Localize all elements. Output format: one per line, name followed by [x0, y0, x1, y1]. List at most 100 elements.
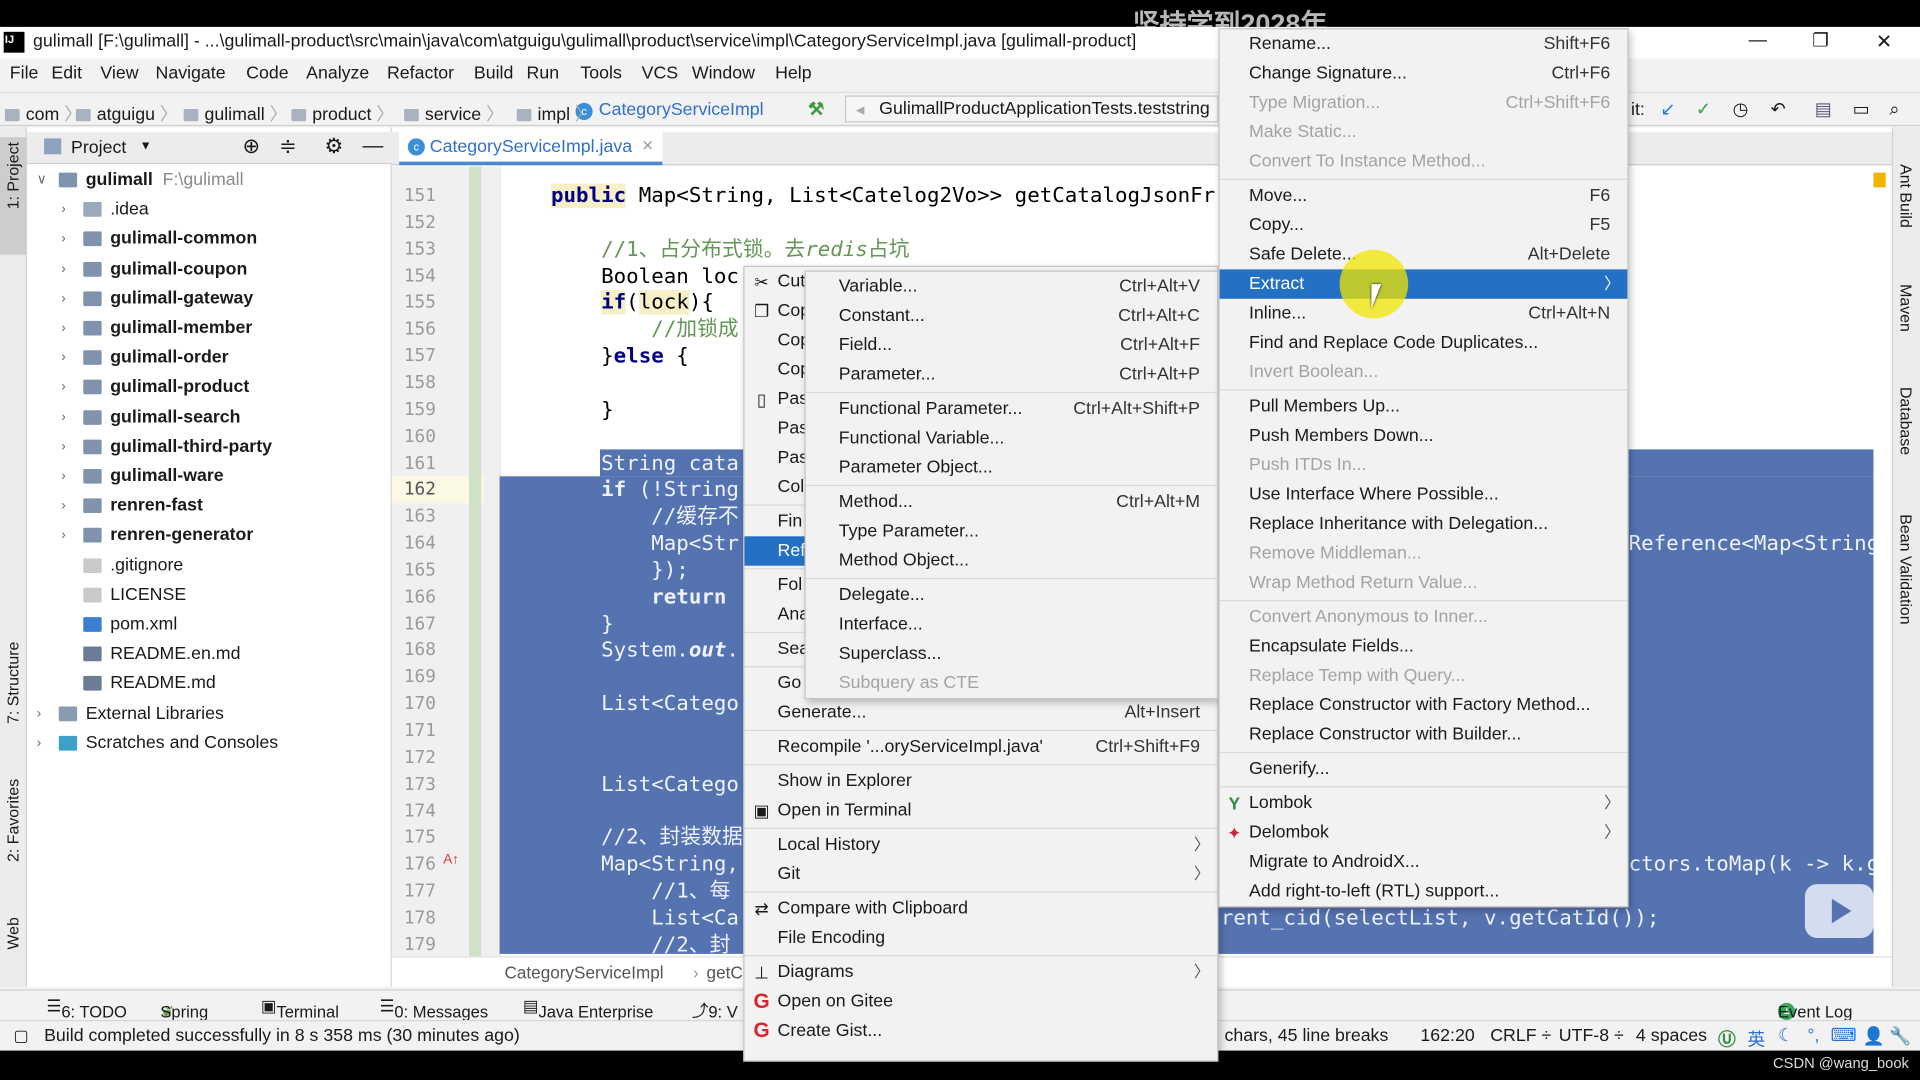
project-structure-icon[interactable]: ▤ [1815, 100, 1832, 120]
vcs-tool-tab[interactable]: ⤴ 9: V [692, 997, 738, 1022]
todo-tool-tab[interactable]: ☰ 6: TODO [47, 997, 127, 1021]
collapse-all-icon[interactable]: ≑ [279, 135, 296, 159]
terminal-tool-tab[interactable]: ▣ Terminal [261, 997, 339, 1021]
error-stripe-marker[interactable] [1873, 172, 1886, 188]
menu-item-variable[interactable]: Variable... Ctrl+Alt+V [806, 272, 1217, 301]
menu-item-superclass[interactable]: Superclass... [806, 639, 1217, 668]
minimize-button[interactable]: — [1749, 29, 1767, 50]
project-view-selector[interactable]: Project [71, 138, 126, 158]
menu-view[interactable]: View [100, 64, 138, 84]
code-line[interactable]: List<Catego [501, 691, 739, 718]
menu-item-rename[interactable]: Rename... Shift+F6 [1220, 29, 1628, 58]
presentation-icon[interactable]: ▭ [1853, 100, 1870, 120]
database-tool-tab[interactable]: Database [1897, 387, 1915, 455]
code-line[interactable]: String cata [501, 450, 739, 477]
menu-item-encapsulate-fields[interactable]: Encapsulate Fields... [1220, 632, 1628, 661]
breadcrumb-current-class[interactable]: c CategoryServiceImpl [575, 100, 764, 121]
menu-item-add-right-to-left-rtl-support[interactable]: Add right-to-left (RTL) support... [1220, 877, 1628, 906]
menu-item-migrate-to-androidx[interactable]: Migrate to AndroidX... [1220, 847, 1628, 876]
menu-item-copy[interactable]: Copy... F5 [1220, 211, 1628, 240]
menu-item-type-parameter[interactable]: Type Parameter... [806, 517, 1217, 546]
menu-item-pull-members-up[interactable]: Pull Members Up... [1220, 392, 1628, 421]
menu-item-constant[interactable]: Constant... Ctrl+Alt+C [806, 301, 1217, 330]
run-config-selector[interactable]: ◂ GulimallProductApplicationTests.testst… [844, 95, 1219, 123]
hide-panel-icon[interactable]: — [362, 133, 383, 157]
messages-tool-tab[interactable]: ☰ 0: Messages [380, 997, 489, 1021]
code-line[interactable]: public Map<String, List<Catelog2Vo>> get… [501, 182, 1215, 209]
menu-navigate[interactable]: Navigate [156, 64, 226, 84]
editor-breadcrumb-method[interactable]: getC [707, 962, 743, 982]
menu-item-replace-inheritance-with-delegation[interactable]: Replace Inheritance with Delegation... [1220, 509, 1628, 538]
code-line[interactable]: }); [501, 557, 689, 584]
menu-item-safe-delete[interactable]: Safe Delete... Alt+Delete [1220, 240, 1628, 269]
chevron-down-icon[interactable]: ∨ [37, 167, 47, 194]
restore-button[interactable]: ❐ [1812, 29, 1828, 52]
menu-item-method-object[interactable]: Method Object... [806, 546, 1217, 575]
menu-item-recompile-oryserviceimpl-java[interactable]: Recompile '...oryServiceImpl.java' Ctrl+S… [744, 732, 1217, 761]
code-line[interactable]: //缓存不 [501, 503, 739, 530]
status-message[interactable]: Build completed successfully in 8 s 358 … [44, 1026, 520, 1046]
menu-item-create-gist[interactable]: G Create Gist... [744, 1016, 1217, 1045]
java-enterprise-tool-tab[interactable]: ▤ Java Enterprise [523, 997, 653, 1021]
git-commit-icon[interactable]: ✓ [1696, 100, 1711, 120]
search-icon[interactable]: ⌕ [1889, 100, 1899, 120]
code-line[interactable]: Boolean loc [501, 263, 739, 290]
code-line[interactable]: System.out. [501, 637, 739, 664]
git-update-icon[interactable]: ↙ [1660, 100, 1675, 120]
code-line[interactable]: Map<Str [501, 530, 739, 557]
code-line[interactable]: //2、封 [501, 932, 730, 959]
code-line[interactable]: //1、占分布式锁。去redis占坑 [501, 236, 909, 263]
code-line[interactable]: if (!String [501, 477, 739, 504]
chevron-right-icon[interactable]: › [61, 344, 65, 371]
menu-item-file-encoding[interactable]: File Encoding [744, 923, 1217, 952]
chevron-right-icon[interactable]: › [61, 463, 65, 490]
chevron-down-icon[interactable]: ▼ [140, 140, 152, 153]
menu-item-generate[interactable]: Generate... Alt+Insert [744, 698, 1217, 727]
structure-tool-tab[interactable]: 7: Structure [4, 642, 22, 724]
editor-tab-active[interactable]: c CategoryServiceImpl.java ✕ [399, 132, 663, 166]
git-rollback-icon[interactable]: ↶ [1771, 100, 1786, 120]
chevron-right-icon[interactable]: › [61, 315, 65, 342]
bean-validation-tool-tab[interactable]: Bean Validation [1897, 514, 1915, 624]
close-tab-icon[interactable]: ✕ [642, 137, 654, 154]
menu-build[interactable]: Build [474, 64, 513, 84]
chevron-right-icon[interactable]: › [61, 196, 65, 223]
git-history-icon[interactable]: ◷ [1733, 100, 1748, 120]
caret-position[interactable]: 162:20 [1420, 1026, 1474, 1046]
menu-help[interactable]: Help [775, 64, 812, 84]
menu-code[interactable]: Code [246, 64, 288, 84]
menu-item-diagrams[interactable]: ⊥ Diagrams 〉 [744, 958, 1217, 987]
code-line[interactable]: return [501, 584, 726, 611]
menu-item-extract[interactable]: Extract 〉 [1219, 269, 1628, 299]
close-button[interactable]: ✕ [1876, 29, 1892, 53]
menu-item-field[interactable]: Field... Ctrl+Alt+F [806, 331, 1217, 360]
menu-item-find-and-replace-code-duplicates[interactable]: Find and Replace Code Duplicates... [1220, 328, 1628, 357]
chevron-right-icon[interactable]: › [37, 730, 41, 757]
menu-item-local-history[interactable]: Local History 〉 [744, 830, 1217, 859]
code-line[interactable]: //2、封装数据 [501, 825, 743, 852]
menu-file[interactable]: File [10, 64, 39, 84]
menu-item-open-in-terminal[interactable]: ▣ Open in Terminal [744, 796, 1217, 825]
indent-selector[interactable]: 4 spaces [1636, 1026, 1707, 1046]
code-line[interactable]: if(lock){ [501, 289, 714, 316]
favorites-tool-tab[interactable]: 2: Favorites [4, 779, 22, 862]
menu-item-push-members-down[interactable]: Push Members Down... [1220, 421, 1628, 450]
maven-tool-tab[interactable]: Maven [1897, 284, 1915, 332]
chevron-right-icon[interactable]: › [61, 226, 65, 253]
ime-language[interactable]: 英 [1747, 1026, 1765, 1052]
ant-build-tool-tab[interactable]: Ant Build [1897, 164, 1915, 228]
breadcrumb-product[interactable]: product 〉 [291, 100, 394, 126]
menu-item-replace-constructor-with-factory-method[interactable]: Replace Constructor with Factory Method.… [1220, 691, 1628, 720]
editor-breadcrumb-class[interactable]: CategoryServiceImpl [504, 962, 663, 982]
menu-item-inline[interactable]: Inline... Ctrl+Alt+N [1220, 299, 1628, 328]
menu-item-parameter[interactable]: Parameter... Ctrl+Alt+P [806, 360, 1217, 389]
chevron-right-icon[interactable]: › [61, 433, 65, 460]
menu-analyze[interactable]: Analyze [306, 64, 369, 84]
project-tool-tab[interactable]: 1: Project [4, 142, 22, 209]
chevron-right-icon[interactable]: › [37, 700, 41, 727]
code-line[interactable]: List<Catego [501, 771, 739, 798]
chevron-right-icon[interactable]: › [61, 255, 65, 282]
locate-icon[interactable]: ⊕ [242, 135, 259, 159]
menu-item-show-in-explorer[interactable]: Show in Explorer [744, 767, 1217, 796]
override-marker-icon[interactable]: A↑ [443, 852, 459, 867]
